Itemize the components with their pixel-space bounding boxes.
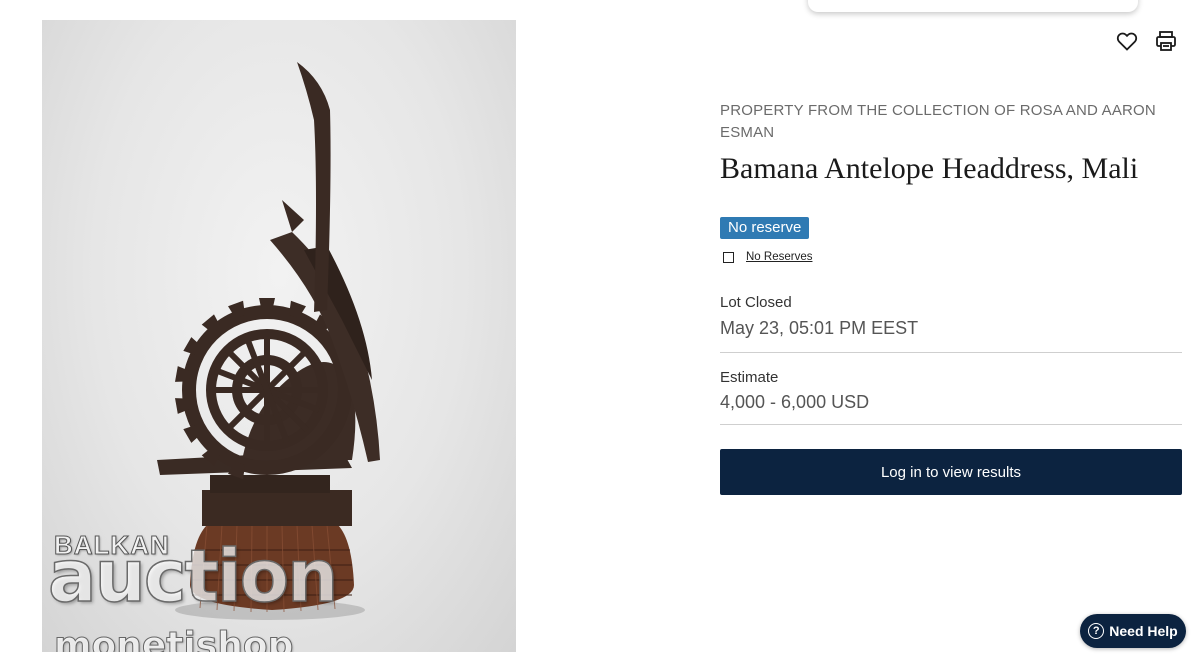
watermark-line-3: monetishop [53,625,294,652]
lot-status-label: Lot Closed [720,294,792,311]
divider [720,424,1182,425]
estimate-value: 4,000 - 6,000 USD [720,392,870,412]
need-help-button[interactable]: ? Need Help [1080,614,1186,648]
no-reserves-checkbox[interactable] [723,251,734,263]
watermark-line-2: auction [47,534,339,618]
no-reserves-link[interactable]: No Reserves [746,251,812,263]
floating-top-bar [808,0,1138,12]
no-reserve-badge: No reserve [720,217,810,239]
lot-provenance: PROPERTY FROM THE COLLECTION OF ROSA AND… [720,102,1156,141]
lot-title: Bamana Antelope Headdress, Mali [720,152,1139,185]
printer-icon[interactable] [1154,29,1178,53]
lot-image[interactable]: BALKAN auction monetishop [42,20,516,652]
need-help-label: Need Help [1109,623,1178,639]
login-to-view-results-button[interactable]: Log in to view results [720,449,1182,495]
estimate-label: Estimate [720,369,779,386]
no-reserves-filter[interactable]: No Reserves [723,251,812,263]
heart-icon[interactable] [1115,29,1139,53]
help-icon: ? [1088,623,1105,639]
divider [720,352,1182,353]
lot-close-time: May 23, 05:01 PM EEST [720,318,919,338]
